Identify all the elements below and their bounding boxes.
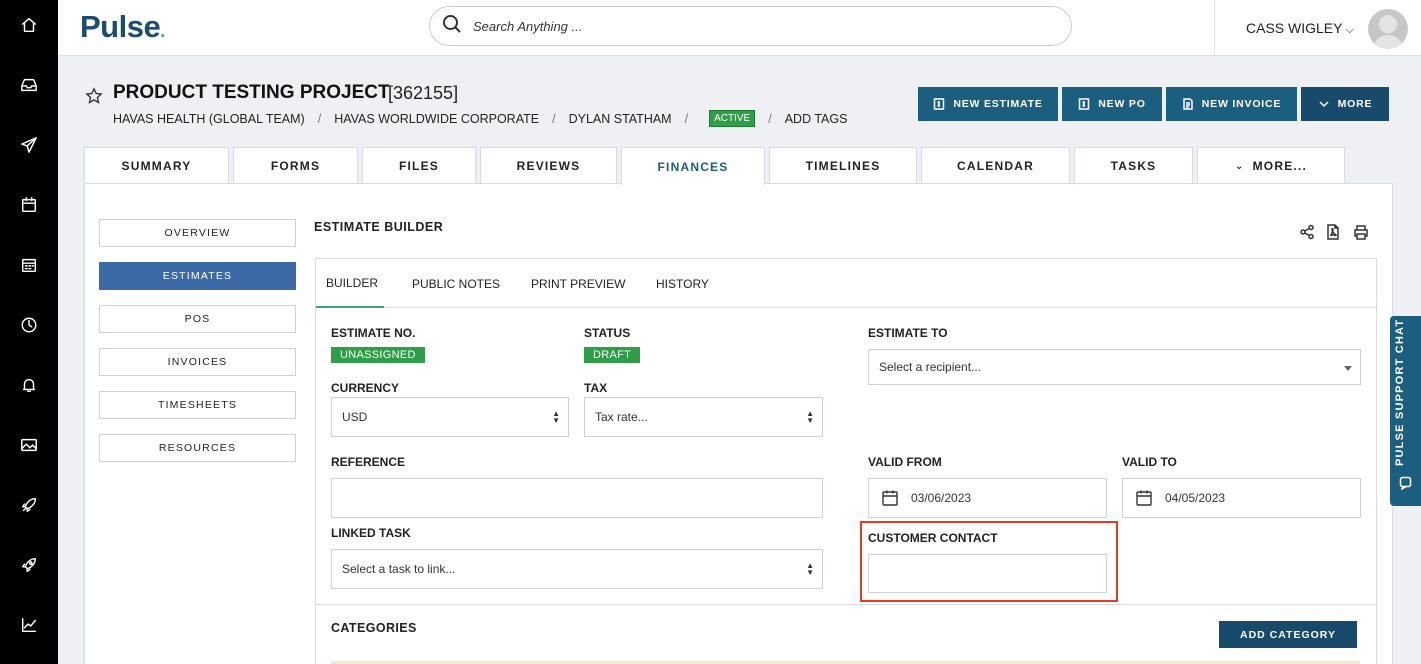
breadcrumb: HAVAS HEALTH (GLOBAL TEAM) / HAVAS WORLD… bbox=[113, 110, 847, 127]
linked-task-select[interactable]: Select a task to link... ▲ ▼ bbox=[331, 549, 823, 589]
new-po-button[interactable]: NEW PO bbox=[1062, 87, 1162, 121]
chart-icon[interactable] bbox=[17, 613, 41, 637]
sidenav-invoices[interactable]: INVOICES bbox=[99, 348, 296, 376]
po-doc-icon bbox=[1079, 98, 1090, 110]
print-icon[interactable] bbox=[1353, 224, 1371, 242]
breadcrumb-company[interactable]: HAVAS WORLDWIDE CORPORATE bbox=[334, 112, 539, 126]
new-estimate-button[interactable]: NEW ESTIMATE bbox=[918, 87, 1058, 121]
rocket-icon[interactable] bbox=[17, 493, 41, 517]
categories-divider bbox=[316, 604, 1376, 605]
breadcrumb-separator: / bbox=[552, 111, 556, 126]
currency-label: CURRENCY bbox=[331, 381, 400, 395]
tab-tasks[interactable]: TASKS bbox=[1074, 147, 1193, 184]
more-actions-button[interactable]: MORE bbox=[1301, 87, 1389, 121]
breadcrumb-owner[interactable]: DYLAN STATHAM bbox=[569, 112, 672, 126]
sort-arrows-icon: ▲ ▼ bbox=[806, 409, 814, 425]
tab-more[interactable]: ⌄ MORE... bbox=[1197, 147, 1345, 184]
valid-to-label: VALID TO bbox=[1122, 455, 1177, 469]
pulse-logo[interactable]: Pulse. bbox=[80, 9, 165, 45]
subtab-print-preview[interactable]: PRINT PREVIEW bbox=[531, 259, 625, 308]
valid-to-date[interactable]: 04/05/2023 bbox=[1122, 478, 1361, 518]
estimate-doc-icon bbox=[934, 98, 945, 110]
estimate-no-label: ESTIMATE NO. bbox=[331, 326, 416, 340]
calendar-icon bbox=[881, 489, 899, 507]
search-input[interactable] bbox=[473, 18, 1033, 34]
image-icon[interactable] bbox=[17, 433, 41, 457]
caret-down-icon bbox=[1344, 366, 1352, 371]
calendar-icon[interactable] bbox=[17, 193, 41, 217]
estimate-no-badge: UNASSIGNED bbox=[331, 347, 425, 363]
search-icon bbox=[442, 14, 462, 39]
chevron-down-icon bbox=[1319, 101, 1329, 108]
tab-summary[interactable]: SUMMARY bbox=[84, 147, 229, 184]
rocket-alt-icon[interactable] bbox=[17, 553, 41, 577]
sidenav-pos[interactable]: POS bbox=[99, 305, 296, 333]
status-label: STATUS bbox=[584, 326, 631, 340]
chevron-down-icon: ⌵ bbox=[1345, 23, 1354, 36]
breadcrumb-separator: / bbox=[684, 111, 689, 126]
support-chat-label: PULSE SUPPORT CHAT bbox=[1394, 318, 1406, 466]
add-category-button[interactable]: ADD CATEGORY bbox=[1219, 621, 1357, 648]
send-icon[interactable] bbox=[17, 133, 41, 157]
support-chat-tab[interactable]: PULSE SUPPORT CHAT bbox=[1390, 316, 1421, 506]
breadcrumb-separator: / bbox=[317, 111, 322, 126]
sidenav-estimates[interactable]: ESTIMATES bbox=[99, 262, 296, 290]
sidenav-timesheets[interactable]: TIMESHEETS bbox=[99, 391, 296, 419]
tax-select[interactable]: Tax rate... ▲ ▼ bbox=[584, 397, 823, 437]
invoice-doc-icon bbox=[1183, 98, 1193, 110]
add-tags-link[interactable]: ADD TAGS bbox=[785, 112, 848, 126]
reference-input[interactable] bbox=[331, 478, 823, 518]
user-name-dropdown[interactable]: CASS WIGLEY ⌵ bbox=[1246, 20, 1354, 37]
project-id: [362155] bbox=[388, 83, 459, 103]
top-bar: Pulse. CASS WIGLEY⌵ bbox=[58, 0, 1421, 56]
tab-finances[interactable]: FINANCES bbox=[621, 147, 765, 185]
inbox-icon[interactable] bbox=[17, 73, 41, 97]
estimate-to-label: ESTIMATE TO bbox=[868, 326, 948, 340]
subtab-history[interactable]: HISTORY bbox=[656, 259, 709, 308]
tab-calendar[interactable]: CALENDAR bbox=[921, 147, 1070, 184]
favorite-star-icon[interactable] bbox=[85, 87, 103, 105]
sort-arrows-icon: ▲ ▼ bbox=[806, 561, 814, 577]
calendar-icon bbox=[1135, 489, 1153, 507]
bell-icon[interactable] bbox=[17, 373, 41, 397]
chat-bubble-icon bbox=[1399, 476, 1412, 491]
sort-arrows-icon: ▲ ▼ bbox=[552, 409, 560, 425]
estimate-builder-title: ESTIMATE BUILDER bbox=[314, 220, 444, 234]
subtab-public-notes[interactable]: PUBLIC NOTES bbox=[412, 259, 500, 308]
tab-forms[interactable]: FORMS bbox=[233, 147, 358, 184]
schedule-icon[interactable] bbox=[17, 253, 41, 277]
reference-label: REFERENCE bbox=[331, 455, 406, 469]
pdf-icon[interactable] bbox=[1325, 224, 1343, 242]
tab-timelines[interactable]: TIMELINES bbox=[769, 147, 917, 184]
new-invoice-button[interactable]: NEW INVOICE bbox=[1166, 87, 1297, 121]
user-menu: CASS WIGLEY ⌵ bbox=[1214, 0, 1421, 56]
currency-select[interactable]: USD ▲ ▼ bbox=[331, 397, 569, 437]
avatar[interactable] bbox=[1368, 9, 1408, 49]
tax-label: TAX bbox=[584, 381, 608, 395]
left-rail bbox=[0, 0, 58, 664]
breadcrumb-client[interactable]: HAVAS HEALTH (GLOBAL TEAM) bbox=[113, 112, 305, 126]
linked-task-label: LINKED TASK bbox=[331, 526, 411, 540]
project-title: PRODUCT TESTING PROJECT bbox=[113, 82, 390, 103]
search-box[interactable] bbox=[429, 6, 1072, 46]
share-icon[interactable] bbox=[1299, 224, 1317, 242]
subtab-builder[interactable]: BUILDER bbox=[316, 259, 384, 308]
chevron-down-icon: ⌄ bbox=[1235, 160, 1245, 172]
builder-subtabs: BUILDER PUBLIC NOTES PRINT PREVIEW HISTO… bbox=[316, 259, 1376, 308]
estimate-to-select[interactable]: Select a recipient... bbox=[868, 349, 1361, 385]
tab-files[interactable]: FILES bbox=[362, 147, 476, 184]
valid-from-label: VALID FROM bbox=[868, 455, 942, 469]
clock-icon[interactable] bbox=[17, 313, 41, 337]
sidenav-overview[interactable]: OVERVIEW bbox=[99, 219, 296, 247]
status-badge: ACTIVE bbox=[709, 110, 756, 127]
customer-contact-highlight bbox=[860, 521, 1118, 602]
sidenav-resources[interactable]: RESOURCES bbox=[99, 434, 296, 462]
status-draft-badge: DRAFT bbox=[584, 347, 641, 363]
home-icon[interactable] bbox=[17, 13, 41, 37]
categories-label: CATEGORIES bbox=[331, 621, 417, 635]
valid-from-date[interactable]: 03/06/2023 bbox=[868, 478, 1107, 518]
tab-reviews[interactable]: REVIEWS bbox=[480, 147, 617, 184]
breadcrumb-separator: / bbox=[768, 111, 772, 126]
